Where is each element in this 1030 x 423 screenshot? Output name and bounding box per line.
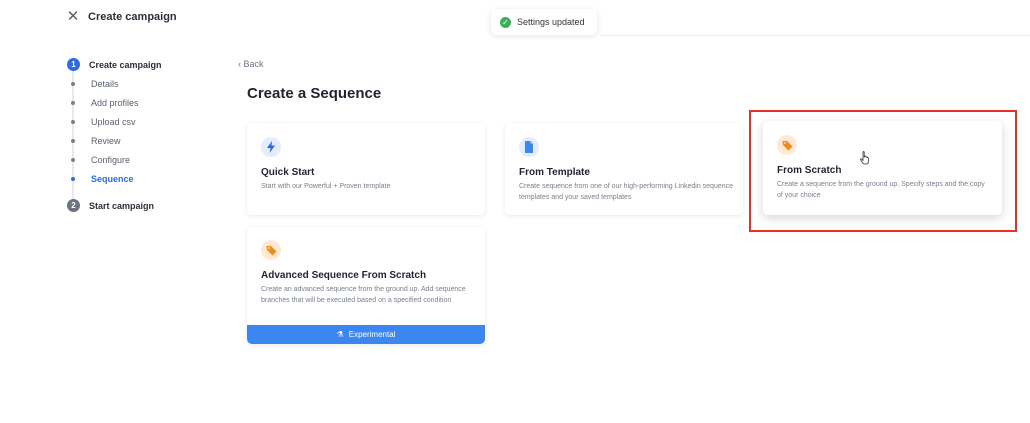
tag-icon	[261, 240, 281, 260]
substep-label: Configure	[91, 155, 131, 165]
substep-review[interactable]: Review	[66, 136, 121, 146]
campaign-stepper: 1 Create campaign Details Add profiles U…	[66, 58, 226, 218]
step-number-badge: 1	[67, 58, 80, 71]
step-dot-icon	[71, 101, 75, 105]
substep-add-profiles[interactable]: Add profiles	[66, 98, 139, 108]
substep-sequence[interactable]: Sequence	[66, 174, 134, 184]
highlight-box	[749, 110, 1017, 232]
toast-notification: ✓ Settings updated	[491, 9, 597, 35]
back-link[interactable]: ‹ Back	[238, 59, 264, 69]
check-circle-icon: ✓	[500, 16, 511, 28]
step-start-campaign[interactable]: 2 Start campaign	[66, 199, 154, 212]
document-icon	[519, 137, 539, 157]
step-label: Create campaign	[89, 59, 162, 70]
header-divider	[600, 35, 1030, 36]
substep-upload-csv[interactable]: Upload csv	[66, 117, 136, 127]
card-description: Create an advanced sequence from the gro…	[261, 286, 466, 304]
step-create-campaign[interactable]: 1 Create campaign	[66, 58, 162, 71]
substep-label: Upload csv	[91, 117, 136, 127]
back-label: Back	[243, 59, 264, 69]
experimental-label: Experimental	[348, 330, 396, 339]
flask-icon: ⚗	[336, 330, 344, 339]
experimental-badge: ⚗ Experimental	[247, 325, 485, 344]
step-label: Start campaign	[89, 200, 155, 211]
close-icon[interactable]: ✕	[64, 8, 82, 26]
card-title: Advanced Sequence From Scratch	[261, 270, 427, 281]
substep-configure[interactable]: Configure	[66, 155, 130, 165]
substep-details[interactable]: Details	[66, 79, 119, 89]
substep-label: Sequence	[91, 174, 134, 184]
chevron-left-icon: ‹	[238, 59, 241, 69]
step-dot-icon	[71, 158, 75, 162]
hand-cursor-icon	[860, 151, 871, 170]
card-description: Create sequence from one of our high-per…	[519, 183, 734, 201]
step-dot-icon	[71, 139, 75, 143]
header-title: Create campaign	[88, 11, 177, 23]
step-dot-icon	[71, 82, 75, 86]
substep-label: Add profiles	[91, 98, 139, 108]
substep-label: Details	[91, 79, 119, 89]
toast-text: Settings updated	[517, 17, 585, 27]
card-quick-start[interactable]: Quick Start Start with our Powerful + Pr…	[247, 123, 485, 215]
bolt-icon	[261, 137, 281, 157]
card-description: Start with our Powerful + Proven templat…	[261, 183, 391, 190]
card-title: Quick Start	[261, 167, 315, 178]
page-title: Create a Sequence	[247, 85, 382, 102]
step-dot-icon	[71, 120, 75, 124]
card-from-template[interactable]: From Template Create sequence from one o…	[505, 123, 743, 215]
step-number-badge: 2	[67, 199, 80, 212]
card-advanced-sequence[interactable]: Advanced Sequence From Scratch Create an…	[247, 227, 485, 344]
substep-label: Review	[91, 136, 121, 146]
step-dot-icon	[71, 177, 75, 181]
card-title: From Template	[519, 167, 590, 178]
